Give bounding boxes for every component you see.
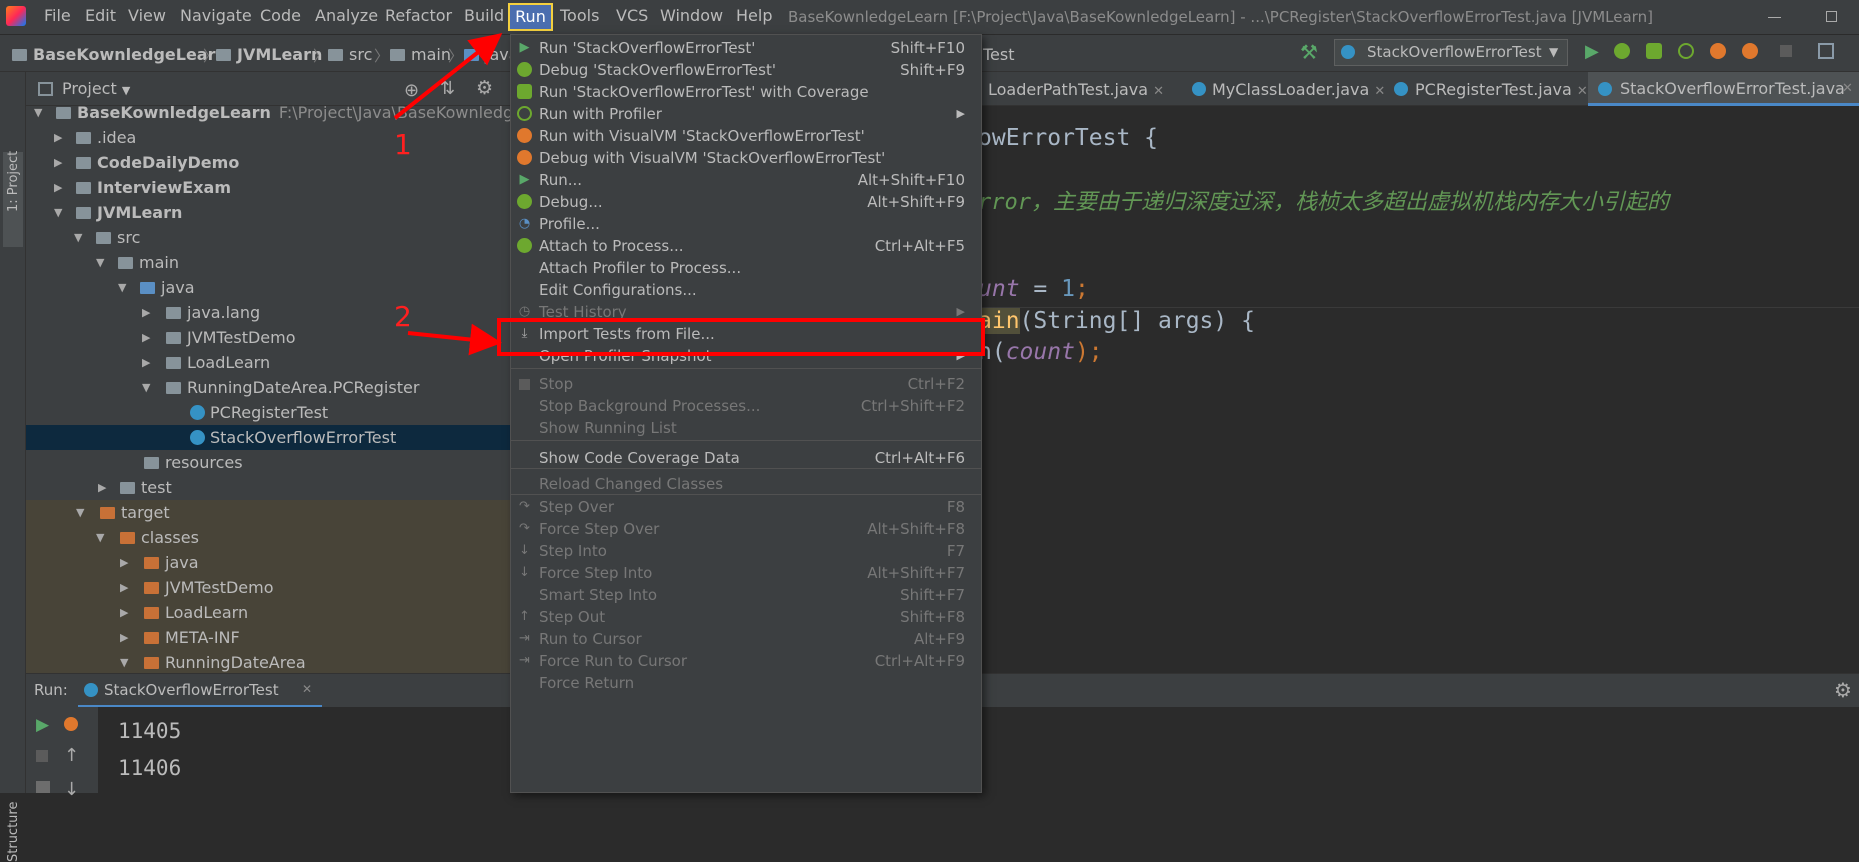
- annotation-arrow-2: [407, 323, 502, 356]
- annotation-number-2: 2: [394, 300, 412, 333]
- annotation-arrow-1: [393, 33, 503, 120]
- annotation-arrows: [393, 33, 503, 356]
- annotation-number-1: 1: [394, 128, 412, 161]
- structure-tab-label[interactable]: Structure: [6, 802, 21, 862]
